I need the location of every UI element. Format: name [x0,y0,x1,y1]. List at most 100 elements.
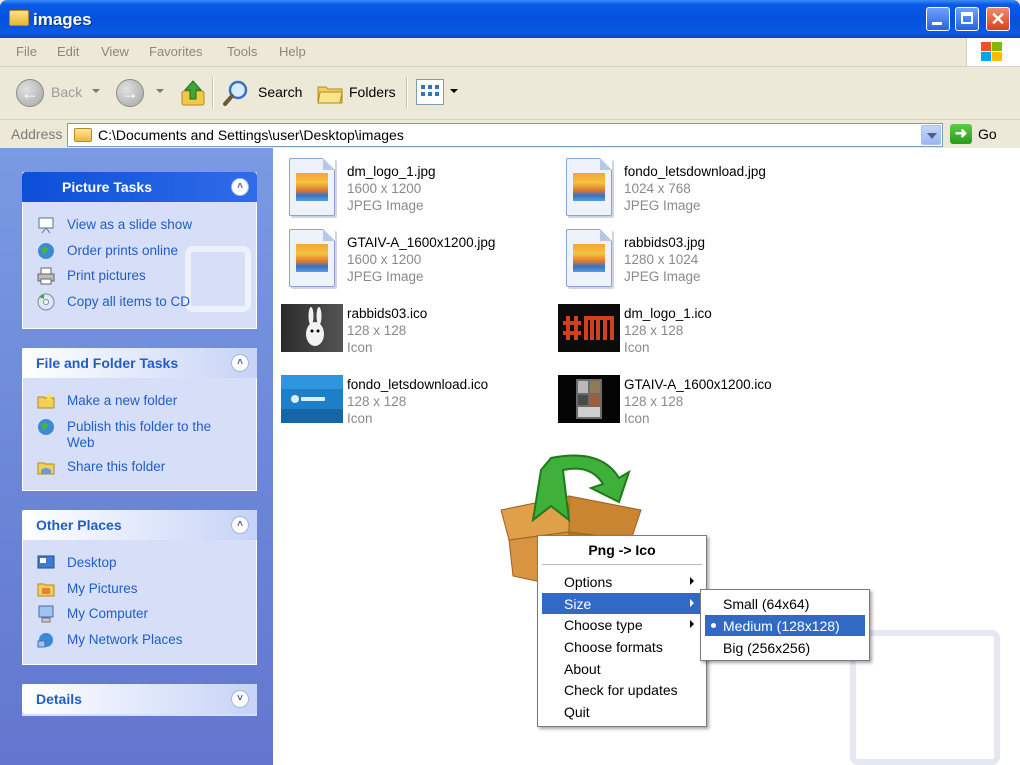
file-item[interactable]: rabbids03.ico 128 x 128 Icon [275,294,535,360]
up-folder-icon[interactable] [180,79,206,107]
globe-icon [38,243,54,259]
size-option-big[interactable]: Big (256x256) [705,637,865,658]
jpeg-file-icon [566,158,612,216]
printer-icon [37,267,55,285]
panel-title: Other Places [36,517,122,533]
back-arrow-icon[interactable]: ← [16,79,44,107]
share-folder-icon [37,462,55,475]
address-label: Address [11,126,63,142]
file-item[interactable]: GTAIV-A_1600x1200.jpg 1600 x 1200 JPEG I… [275,223,535,289]
menu-item-about[interactable]: About [542,658,702,679]
file-folder-tasks-body: Make a new folder Publish this folder to… [22,378,257,491]
search-button[interactable]: Search [258,84,302,100]
letsdownload-thumbnail [281,375,343,423]
close-icon: ✕ [990,9,1006,29]
jpeg-file-icon [289,158,335,216]
go-arrow-icon[interactable]: ➜ [950,124,972,144]
folders-button[interactable]: Folders [349,84,396,100]
collapse-chevron-icon[interactable]: ˄ [231,516,249,534]
menu-item-choose-type[interactable]: Choose type [542,614,702,635]
forward-arrow-icon[interactable]: → [116,79,144,107]
jpeg-file-icon [289,229,335,287]
file-item[interactable]: dm_logo_1.ico 128 x 128 Icon [552,294,812,360]
file-item[interactable]: GTAIV-A_1600x1200.ico 128 x 128 Icon [552,365,812,431]
web-globe-icon [38,419,54,435]
slideshow-icon [38,217,54,234]
context-menu-title: Png -> Ico [588,542,656,558]
menu-item-check-updates[interactable]: Check for updates [542,679,702,700]
minimize-button[interactable] [926,7,950,31]
jpeg-file-icon [566,229,612,287]
details-header[interactable]: Details ˅ [22,684,257,714]
other-places-header[interactable]: Other Places ˄ [22,510,257,540]
panel-title: Details [36,691,82,707]
other-places-panel: Other Places ˄ Desktop My Pictures My Co… [22,510,257,665]
my-computer-icon [38,605,54,623]
details-panel: Details ˅ [22,684,257,716]
size-option-small[interactable]: Small (64x64) [705,593,865,614]
search-icon[interactable] [222,79,250,107]
file-folder-tasks-panel: File and Folder Tasks ˄ Make a new folde… [22,348,257,491]
picture-tasks-panel: Picture Tasks ˄ View as a slide show Ord… [22,172,257,329]
menu-view[interactable]: View [101,44,129,59]
minimize-icon [932,22,942,25]
back-dropdown-icon[interactable] [92,89,100,93]
menu-separator [542,564,702,565]
menu-item-choose-formats[interactable]: Choose formats [542,636,702,657]
views-icon[interactable] [416,79,444,105]
explorer-window: images ✕ File Edit View Favorites Tools … [0,0,1020,765]
picture-tasks-header[interactable]: Picture Tasks ˄ [22,172,257,202]
new-folder-icon [37,393,55,409]
context-menu: Png -> Ico Options Size Choose type Choo… [537,535,707,727]
maximize-button[interactable] [955,7,979,31]
dm-logo-thumbnail [558,304,620,352]
file-item[interactable]: fondo_letsdownload.jpg 1024 x 768 JPEG I… [552,152,812,218]
collapse-chevron-icon[interactable]: ˄ [231,354,249,372]
file-item[interactable]: fondo_letsdownload.ico 128 x 128 Icon [275,365,535,431]
file-item[interactable]: dm_logo_1.jpg 1600 x 1200 JPEG Image [275,152,535,218]
size-submenu: Small (64x64) Medium (128x128) Big (256x… [700,589,870,661]
menu-item-options[interactable]: Options [542,571,702,592]
menu-help[interactable]: Help [279,44,306,59]
panel-title: Picture Tasks [62,179,153,195]
menu-item-size[interactable]: Size [542,593,702,614]
rabbid-thumbnail [281,304,343,352]
folder-icon [9,10,29,26]
folder-icon [74,128,92,142]
gtaiv-thumbnail [558,375,620,423]
address-path: C:\Documents and Settings\user\Desktop\i… [98,127,404,143]
my-pictures-icon [37,583,55,597]
file-item[interactable]: rabbids03.jpg 1280 x 1024 JPEG Image [552,223,812,289]
network-places-icon [37,633,53,648]
desktop-icon [37,555,55,569]
submenu-arrow-icon [690,599,694,607]
go-button[interactable]: Go [978,126,997,142]
address-dropdown-button[interactable] [921,125,941,145]
address-bar: Address C:\Documents and Settings\user\D… [0,120,1020,148]
submenu-arrow-icon [690,620,694,628]
title-bar[interactable]: images ✕ [0,0,1020,38]
file-folder-tasks-header[interactable]: File and Folder Tasks ˄ [22,348,257,378]
windows-logo [966,38,1020,66]
toolbar: ← Back → Search Folders [0,67,1020,120]
windows-flag-icon [981,42,1003,62]
menu-edit[interactable]: Edit [57,44,79,59]
menu-favorites[interactable]: Favorites [149,44,202,59]
maximize-icon [961,12,973,24]
back-button[interactable]: Back [51,84,82,100]
forward-dropdown-icon[interactable] [156,89,164,93]
menu-item-quit[interactable]: Quit [542,701,702,722]
panel-title: File and Folder Tasks [36,355,179,371]
window-title: images [33,10,92,29]
address-input[interactable]: C:\Documents and Settings\user\Desktop\i… [67,123,943,147]
expand-chevron-icon[interactable]: ˅ [231,690,249,708]
size-option-medium[interactable]: Medium (128x128) [705,615,865,636]
folders-icon[interactable] [316,81,344,105]
pictures-watermark-icon [185,246,251,312]
close-button[interactable]: ✕ [986,7,1010,31]
submenu-arrow-icon [690,577,694,585]
collapse-chevron-icon[interactable]: ˄ [231,178,249,196]
views-dropdown-icon[interactable] [450,89,458,93]
menu-tools[interactable]: Tools [227,44,257,59]
menu-file[interactable]: File [16,44,37,59]
